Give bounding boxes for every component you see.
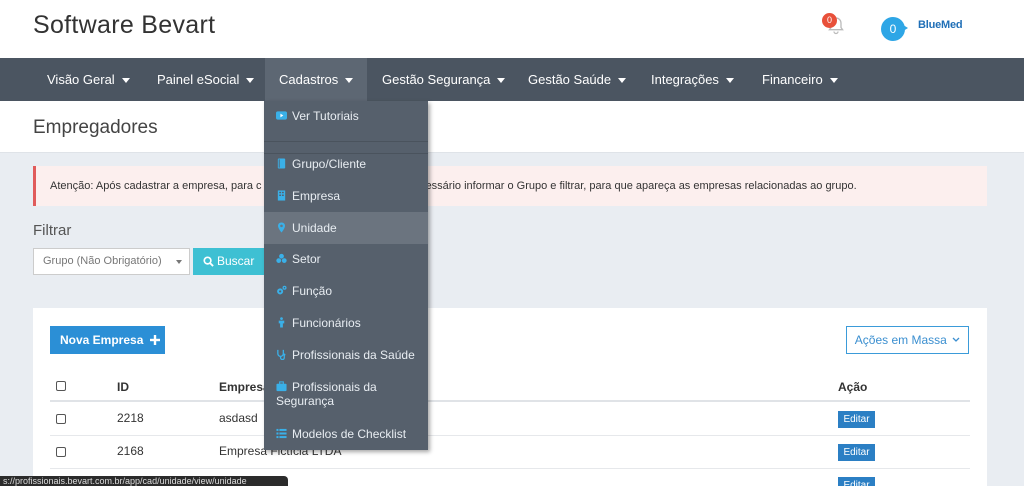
new-company-button[interactable]: Nova Empresa [50, 326, 165, 354]
nav-item-cadastros[interactable]: Cadastros [265, 58, 368, 101]
mass-actions-label: Ações em Massa [854, 333, 947, 347]
edit-button[interactable]: Editar [838, 411, 875, 428]
menu-item-label: Setor [292, 252, 321, 266]
menu-item-funcao[interactable]: Função [264, 284, 428, 298]
table-row: 2168 Empresa Fictícia LTDA Editar [50, 436, 970, 469]
nav-item-painel-esocial[interactable]: Painel eSocial [157, 58, 255, 101]
brand-logo: BlueMed [918, 19, 963, 37]
caret-down-icon [829, 78, 838, 84]
row-checkbox[interactable] [56, 447, 66, 457]
nav-item-label: Painel eSocial [157, 72, 240, 87]
app-header: Software Bevart 0 0 BlueMed [0, 0, 1024, 58]
list-icon [276, 428, 287, 439]
menu-item-funcionarios[interactable]: Funcionários [264, 316, 428, 330]
badge-pointer-icon [900, 23, 908, 33]
group-select-value: Grupo (Não Obrigatório) [43, 255, 162, 267]
menu-item-label: Profissionais da Saúde [292, 348, 415, 362]
app-title: Software Bevart [33, 11, 216, 39]
caret-down-icon [176, 260, 182, 264]
cadastros-dropdown-menu: Ver Tutoriais Grupo/Cliente Empresa Unid… [264, 101, 428, 450]
notification-count-badge: 0 [822, 13, 837, 28]
alert-text-left: Atenção: Após cadastrar a empresa, para … [50, 180, 262, 192]
nav-item-label: Cadastros [279, 72, 339, 87]
menu-item-label: Grupo/Cliente [292, 157, 367, 171]
caret-down-icon [345, 78, 354, 84]
page-header: Empregadores [0, 101, 1024, 153]
nav-item-label: Financeiro [762, 72, 823, 87]
caret-down-icon [497, 78, 506, 84]
building-icon [277, 190, 286, 201]
menu-item-label: Funcionários [292, 316, 361, 330]
menu-item-setor[interactable]: Setor [264, 252, 428, 266]
table-row: 2218 asdasd Editar [50, 403, 970, 436]
caret-down-icon [725, 78, 734, 84]
mass-actions-button[interactable]: Ações em Massa [846, 326, 969, 354]
brand-logo-sub [918, 32, 962, 37]
nav-item-integracoes[interactable]: Integrações [651, 58, 734, 101]
page-title: Empregadores [33, 117, 158, 138]
group-select[interactable]: Grupo (Não Obrigatório) [33, 248, 190, 275]
nav-item-gestao-saude[interactable]: Gestão Saúde [528, 58, 627, 101]
nav-item-label: Integrações [651, 72, 719, 87]
menu-item-profissionais-seguranca[interactable]: Profissionais da Segurança [264, 380, 414, 408]
filter-label: Filtrar [33, 222, 72, 239]
edit-button[interactable]: Editar [838, 444, 875, 461]
new-company-label: Nova Empresa [60, 333, 144, 347]
alert-text-right: essário informar o Grupo e filtrar, para… [425, 180, 857, 192]
nav-item-label: Visão Geral [47, 72, 115, 87]
table-header: ID Empresa Ação [50, 372, 970, 402]
menu-item-label: Empresa [292, 189, 341, 203]
main-navbar: Visão Geral Painel eSocial Cadastros Ges… [0, 58, 1024, 101]
menu-item-ver-tutoriais[interactable]: Ver Tutoriais [264, 109, 428, 123]
search-button-label: Buscar [217, 254, 255, 268]
menu-item-unidade[interactable]: Unidade [264, 212, 428, 244]
menu-item-label: Ver Tutoriais [292, 109, 359, 123]
menu-divider [264, 141, 428, 142]
menu-item-label: Função [292, 284, 333, 298]
map-marker-icon [278, 222, 285, 233]
menu-item-grupo-cliente[interactable]: Grupo/Cliente [264, 157, 428, 171]
menu-item-label: Unidade [292, 221, 337, 235]
caret-down-icon [246, 78, 255, 84]
column-header-acao: Ação [838, 380, 868, 394]
select-all-checkbox[interactable] [56, 381, 66, 391]
menu-divider [264, 153, 428, 154]
briefcase-icon [276, 381, 287, 392]
menu-item-profissionais-saude[interactable]: Profissionais da Saúde [264, 348, 428, 362]
caret-down-icon [618, 78, 627, 84]
nav-item-label: Gestão Saúde [528, 72, 612, 87]
edit-button[interactable]: Editar [838, 477, 875, 486]
row-empresa: asdasd [219, 411, 258, 425]
row-id: 2168 [117, 444, 144, 458]
nav-item-gestao-seguranca[interactable]: Gestão Segurança [382, 58, 506, 101]
status-bar-url: s://profissionais.bevart.com.br/app/cad/… [0, 476, 288, 486]
youtube-icon [276, 111, 287, 120]
nav-item-visao-geral[interactable]: Visão Geral [47, 58, 130, 101]
search-button[interactable]: Buscar [193, 248, 265, 275]
search-icon [203, 256, 214, 267]
row-id: 2218 [117, 411, 144, 425]
menu-item-label: Modelos de Checklist [292, 427, 407, 441]
companies-panel: Nova Empresa Ações em Massa ID Empresa A… [33, 308, 987, 486]
nav-item-label: Gestão Segurança [382, 72, 491, 87]
column-header-empresa: Empresa [219, 380, 270, 394]
cogs-icon [277, 285, 287, 295]
stethoscope-icon [277, 349, 286, 360]
menu-item-empresa[interactable]: Empresa [264, 189, 428, 203]
book-icon [277, 158, 286, 169]
warning-alert: Atenção: Após cadastrar a empresa, para … [33, 166, 987, 206]
column-header-id: ID [117, 380, 129, 394]
brand-logo-text: BlueMed [918, 19, 963, 31]
chevron-down-icon [952, 337, 960, 342]
caret-down-icon [121, 78, 130, 84]
cubes-icon [276, 253, 287, 263]
menu-item-label: Profissionais da Segurança [276, 380, 377, 408]
plus-icon [149, 335, 160, 345]
nav-item-financeiro[interactable]: Financeiro [762, 58, 838, 101]
person-icon [278, 317, 285, 328]
row-checkbox[interactable] [56, 414, 66, 424]
menu-item-modelos-checklist[interactable]: Modelos de Checklist [264, 427, 428, 441]
